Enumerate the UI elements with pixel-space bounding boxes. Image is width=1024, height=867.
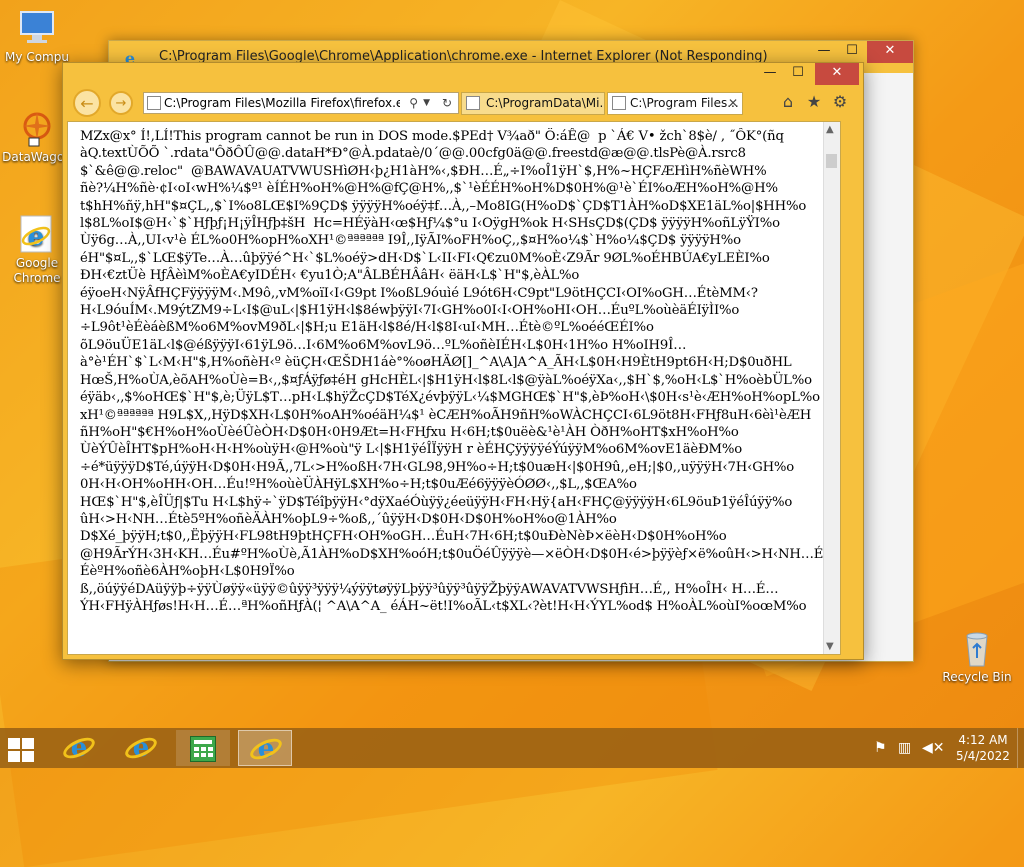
arrow-right-icon: → bbox=[115, 96, 127, 111]
show-desktop-button[interactable] bbox=[1017, 728, 1024, 768]
content-line: HœŠ‚H%oÙA‚èõAH%oÙè=B‹‚‚$¤ƒÁÿƒø‡éH gHcHÈL… bbox=[80, 372, 812, 388]
content-line: ñè?¼H%ñè·¢I‹oI‹wH%¼$º¹ èÍÉH%oH%@H%@fÇ@H%… bbox=[80, 181, 778, 197]
binary-file-text: MZx@x° Í!‚LÍ!This program cannot be run … bbox=[80, 128, 832, 615]
content-line: HŒ$`H"$‚èÎÜƒ|$Tu H‹L$hÿ÷`ÿD$TéîþÿÿH‹°dÿX… bbox=[80, 494, 793, 510]
taskbar-internet-explorer-2[interactable]: e bbox=[114, 730, 168, 766]
minimize-button[interactable]: — bbox=[755, 63, 785, 85]
page-icon bbox=[466, 96, 480, 110]
refresh-icon[interactable]: ↻ bbox=[442, 93, 452, 113]
tab-label: C:\ProgramData\Mi... bbox=[486, 96, 605, 110]
datawagon-icon bbox=[17, 108, 57, 148]
content-line: l$8L%oI$@H‹`$`Hƒþƒ¡H¡ÿÎHƒþ‡šH Hc=HÉÿàH‹œ… bbox=[80, 216, 780, 232]
content-line: ÙèÝÛèÎHT$pH%oH‹H‹H%oùÿH‹@H%où"ÿ L‹|$H1ÿé… bbox=[80, 442, 743, 458]
close-button[interactable]: ✕ bbox=[815, 63, 859, 85]
tab-label: C:\Program Files... bbox=[630, 96, 739, 110]
close-tab-icon[interactable]: ✕ bbox=[728, 93, 738, 114]
address-input[interactable]: C:\Program Files\Mozilla Firefox\firefox… bbox=[164, 93, 400, 113]
content-line: ÉèºH%oñè6ÀH%oþH‹L$0H9Ï%o bbox=[80, 564, 295, 580]
clock-time: 4:12 AM bbox=[958, 733, 1008, 747]
content-line: @H9ÃrÝH‹3H‹KH…Éu#ºH%oÙè‚Ã1ÀH%oD$XH%oóH;t… bbox=[80, 546, 824, 562]
taskbar-calculator[interactable] bbox=[176, 730, 230, 766]
tab-program-files[interactable]: C:\Program Files... ✕ bbox=[607, 92, 743, 115]
clock[interactable]: 4:12 AM 5/4/2022 bbox=[948, 732, 1018, 764]
content-line: éÿäb‹‚‚$%oHŒ$`H"$‚è;ÜÿL$T…pH‹L$hÿŽcÇD$Té… bbox=[80, 390, 820, 406]
scroll-up-icon[interactable]: ▲ bbox=[826, 124, 834, 135]
content-line: H‹L9óuÍM‹.M9ýtZM9÷L‹I$@uL‹|$H1ÿH‹l$8éwþÿ… bbox=[80, 303, 740, 319]
start-button[interactable] bbox=[6, 736, 36, 762]
gear-icon[interactable]: ⚙ bbox=[831, 93, 849, 111]
desktop-icon-recycle-bin[interactable]: Recycle Bin bbox=[940, 628, 1014, 685]
address-bar[interactable]: C:\Program Files\Mozilla Firefox\firefox… bbox=[143, 92, 459, 114]
foreground-ie-window[interactable]: — ☐ ✕ ← → C:\Program Files\Mozilla Firef… bbox=[62, 62, 864, 660]
tab-programdata[interactable]: C:\ProgramData\Mi... bbox=[461, 92, 605, 115]
maximize-button[interactable]: ☐ bbox=[783, 63, 813, 85]
close-button[interactable]: ✕ bbox=[867, 41, 913, 63]
content-line: ÝH‹FHÿÀHƒøs!H‹H…É…ªH%oñHƒÀ(¦ ^A\A^A_ éÁH… bbox=[80, 598, 807, 614]
navigation-bar: ← → C:\Program Files\Mozilla Firefox\fir… bbox=[63, 85, 863, 121]
scrollbar-thumb[interactable] bbox=[826, 154, 837, 168]
svg-text:e: e bbox=[28, 222, 45, 252]
content-line: àQ.textÙÕÕ `.rdata"ÔðÔÛ@@.dataH*Ð°@À.pda… bbox=[80, 146, 746, 162]
taskbar-internet-explorer[interactable]: e bbox=[52, 730, 106, 766]
content-line: t$hH%ñÿ‚hH"$¤ÇL‚‚$`I%o8LŒ$I%9ÇD$ ÿÿÿÿH%o… bbox=[80, 198, 807, 214]
arrow-left-icon: ← bbox=[80, 94, 94, 113]
content-line: õL9öuÜE1äL‹l$@éßÿÿÿI‹61ÿL9ö…I‹6M%o6M%ovL… bbox=[80, 337, 687, 353]
content-line: éH"$¤L‚‚$`LŒ$ÿTe…À…ûþÿÿé^H‹`$L%oéÿ>dH‹D$… bbox=[80, 250, 770, 266]
internet-explorer-icon bbox=[612, 96, 626, 110]
vertical-scrollbar[interactable]: ▲ ▼ bbox=[823, 122, 840, 654]
calculator-icon bbox=[190, 736, 216, 762]
search-icon[interactable]: ⚲ bbox=[409, 93, 418, 113]
content-line: à°è¹ÉH`$`L‹M‹H"$‚H%oñèH‹º èüÇH‹ŒŠDH1áè°%… bbox=[80, 355, 792, 371]
content-line: $`&ê@@.reloc" @BAWAVAUATVWUSHìØH‹þ¿H1àH%… bbox=[80, 163, 767, 179]
page-icon bbox=[147, 96, 161, 110]
minimize-button[interactable]: — bbox=[809, 41, 839, 63]
recycle-bin-icon bbox=[957, 628, 997, 668]
volume-muted-icon[interactable]: ◀✕ bbox=[922, 740, 945, 756]
content-line: ÷é*üÿÿÿD$Té‚úÿÿH‹D$0H‹H9Ã‚‚7L‹>H%oßH‹7H‹… bbox=[80, 459, 795, 475]
network-icon[interactable]: ▥ bbox=[898, 740, 911, 756]
clock-date: 5/4/2022 bbox=[956, 749, 1010, 763]
content-line: ß‚‚öúÿÿéDAüÿÿþ÷ÿÿÙøÿÿ«üÿÿ©ûÿÿ³ÿÿÿ¼ýÿÿtøÿ… bbox=[80, 581, 779, 597]
desktop-icon-my-computer[interactable]: My Compu bbox=[0, 8, 74, 65]
content-line: Ùÿ6g…À‚‚UI‹v¹è ÉL%o0H%opH%oXH¹©ªªªªªª I9… bbox=[80, 233, 741, 249]
chevron-down-icon[interactable]: ▼ bbox=[423, 93, 430, 113]
content-line: ñH%oH"$€H%oH%oÙèéÛèÒH‹D$0H‹0H9Æt=H‹FHƒxu… bbox=[80, 424, 739, 440]
computer-icon bbox=[17, 8, 57, 48]
content-line: 0H‹H‹OH%oHH‹OH…Éu!ºH%oùèÜÀHÿL$XH%o÷H;t$0… bbox=[80, 477, 637, 493]
forward-button[interactable]: → bbox=[109, 91, 133, 115]
content-line: éÿoeH‹NÿÂfHÇFÿÿÿÿM‹.M9ô‚‚vM%oïI‹I‹G9pt I… bbox=[80, 285, 758, 301]
content-line: MZx@x° Í!‚LÍ!This program cannot be run … bbox=[80, 129, 784, 144]
favorites-star-icon[interactable]: ★ bbox=[805, 93, 823, 111]
internet-explorer-icon: e bbox=[17, 214, 57, 254]
taskbar: e e e ⚑ ▥ ◀✕ 4:12 AM 5/4/2022 bbox=[0, 728, 1024, 768]
maximize-button[interactable]: ☐ bbox=[837, 41, 867, 63]
content-line: D$Xé_þÿÿH;t$0‚‚ËþÿÿH‹FL98tH9þtHÇFH‹OH%oG… bbox=[80, 529, 727, 545]
content-line: ûH‹>H‹NH…Étè5ºH%oñèÄÀH%oþL9÷%oß‚‚´ûÿÿH‹D… bbox=[80, 511, 617, 527]
scroll-down-icon[interactable]: ▼ bbox=[826, 641, 834, 652]
taskbar-internet-explorer-active[interactable]: e bbox=[238, 730, 292, 766]
action-center-flag-icon[interactable]: ⚑ bbox=[874, 740, 887, 756]
desktop-icon-label: Recycle Bin bbox=[942, 670, 1012, 684]
content-line: ÷L9ôt¹èÉèáèßM%o6M%ovM9ðL‹|$H;u E1äH‹l$8é… bbox=[80, 320, 654, 336]
content-line: ÐH‹€ztÜè HƒÂèìM%oÈA€yIDÉH‹ €yu1Ò;A"ÂLBÉH… bbox=[80, 268, 580, 284]
back-button[interactable]: ← bbox=[73, 89, 101, 117]
content-line: xH¹©ªªªªªª H9L$X‚‚HÿD$XH‹L$0H%oAH%oéäH¼$… bbox=[80, 407, 812, 423]
page-content[interactable]: MZx@x° Í!‚LÍ!This program cannot be run … bbox=[67, 121, 841, 655]
home-icon[interactable]: ⌂ bbox=[779, 93, 797, 111]
